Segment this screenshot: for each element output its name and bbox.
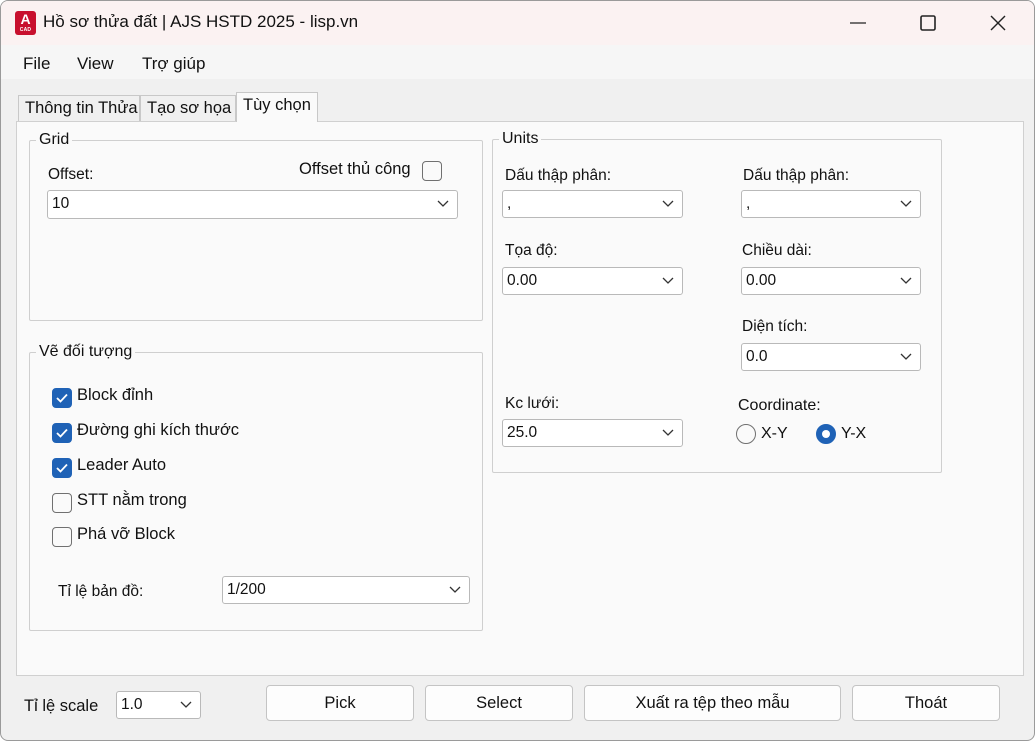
- coordinate-format-combo[interactable]: 0.00: [502, 267, 683, 295]
- coordinate-xy-label: X-Y: [761, 425, 788, 442]
- maximize-button[interactable]: [893, 1, 963, 45]
- draw-objects-group-title: Vẽ đối tượng: [36, 343, 136, 361]
- decimal-sep-left-combo[interactable]: ,: [502, 190, 683, 218]
- leader-auto-checkbox[interactable]: [52, 458, 72, 478]
- menu-view[interactable]: View: [77, 54, 114, 74]
- minimize-button[interactable]: [823, 1, 893, 45]
- chevron-down-icon: [662, 200, 674, 207]
- checkmark-icon: [56, 463, 68, 473]
- app-window: A CAD Hồ sơ thửa đất | AJS HSTD 2025 - l…: [0, 0, 1035, 741]
- menu-file[interactable]: File: [23, 54, 50, 74]
- offset-combo[interactable]: 10: [47, 190, 458, 219]
- decimal-sep-left-value: ,: [507, 195, 512, 212]
- select-button[interactable]: Select: [425, 685, 573, 721]
- menu-help[interactable]: Trợ giúp: [142, 54, 205, 74]
- tab-options[interactable]: Tùy chọn: [236, 92, 318, 122]
- explode-block-checkbox[interactable]: [52, 527, 72, 547]
- decimal-sep-right-label: Dấu thập phân:: [743, 167, 850, 184]
- tab-land-info[interactable]: Thông tin Thửa: [18, 95, 140, 121]
- dimension-line-label: Đường ghi kích thước: [77, 421, 240, 439]
- manual-offset-label: Offset thủ công: [299, 160, 411, 178]
- scale-label: Tỉ lệ scale: [24, 697, 99, 715]
- vertex-block-label: Block đỉnh: [77, 386, 154, 404]
- tab-create-sketch[interactable]: Tạo sơ họa: [140, 95, 236, 121]
- window-title: Hồ sơ thửa đất | AJS HSTD 2025 - lisp.vn: [43, 12, 359, 31]
- map-scale-value: 1/200: [227, 581, 266, 598]
- chevron-down-icon: [180, 701, 192, 708]
- chevron-down-icon: [900, 200, 912, 207]
- autocad-app-icon: A CAD: [15, 11, 36, 35]
- coordinate-label: Coordinate:: [738, 397, 821, 414]
- index-inside-label: STT nằm trong: [77, 491, 187, 509]
- area-label: Diện tích:: [742, 318, 808, 335]
- title-bar[interactable]: A CAD Hồ sơ thửa đất | AJS HSTD 2025 - l…: [1, 1, 1034, 45]
- coordinate-xy-radio[interactable]: [736, 424, 756, 444]
- explode-block-label: Phá vỡ Block: [77, 525, 175, 543]
- chevron-down-icon: [662, 429, 674, 436]
- length-value: 0.00: [746, 272, 777, 289]
- checkmark-icon: [56, 393, 68, 403]
- grid-spacing-value: 25.0: [507, 424, 538, 441]
- scale-value: 1.0: [121, 696, 143, 713]
- offset-value: 10: [52, 195, 70, 212]
- export-template-button[interactable]: Xuất ra tệp theo mẫu: [584, 685, 841, 721]
- scale-combo[interactable]: 1.0: [116, 691, 201, 719]
- coordinate-format-value: 0.00: [507, 272, 538, 289]
- decimal-sep-left-label: Dấu thập phân:: [505, 167, 612, 184]
- leader-auto-label: Leader Auto: [77, 456, 166, 474]
- close-icon: [990, 15, 1006, 31]
- decimal-sep-right-value: ,: [746, 195, 751, 212]
- manual-offset-checkbox[interactable]: [422, 161, 442, 181]
- vertex-block-checkbox[interactable]: [52, 388, 72, 408]
- chevron-down-icon: [437, 200, 449, 207]
- chevron-down-icon: [449, 586, 461, 593]
- map-scale-label: Tỉ lệ bản đồ:: [58, 583, 144, 600]
- coordinate-yx-radio[interactable]: [816, 424, 836, 444]
- chevron-down-icon: [900, 353, 912, 360]
- options-tab-panel: Grid Offset: Offset thủ công 10 Vẽ đối t…: [16, 121, 1024, 676]
- minimize-icon: [850, 22, 866, 24]
- grid-spacing-combo[interactable]: 25.0: [502, 419, 683, 447]
- grid-spacing-label: Kc lưới:: [505, 395, 560, 412]
- checkmark-icon: [56, 428, 68, 438]
- length-label: Chiều dài:: [742, 242, 812, 259]
- exit-button[interactable]: Thoát: [852, 685, 1000, 721]
- grid-group-title: Grid: [36, 131, 73, 149]
- area-value: 0.0: [746, 348, 768, 365]
- units-group: Units Dấu thập phân: , Dấu thập phân: , …: [492, 130, 942, 473]
- chevron-down-icon: [662, 277, 674, 284]
- units-group-title: Units: [499, 130, 542, 148]
- coordinate-yx-label: Y-X: [841, 425, 867, 442]
- maximize-icon: [920, 15, 936, 31]
- chevron-down-icon: [900, 277, 912, 284]
- menu-bar: File View Trợ giúp: [1, 45, 1034, 79]
- map-scale-combo[interactable]: 1/200: [222, 576, 470, 604]
- dimension-line-checkbox[interactable]: [52, 423, 72, 443]
- draw-objects-group: Vẽ đối tượng Block đỉnh Đường ghi kích t…: [29, 343, 483, 631]
- close-button[interactable]: [963, 1, 1033, 45]
- decimal-sep-right-combo[interactable]: ,: [741, 190, 921, 218]
- length-combo[interactable]: 0.00: [741, 267, 921, 295]
- index-inside-checkbox[interactable]: [52, 493, 72, 513]
- coordinate-format-label: Tọa độ:: [505, 242, 558, 259]
- grid-group: Grid Offset: Offset thủ công 10: [29, 131, 483, 321]
- offset-label: Offset:: [48, 166, 94, 183]
- area-combo[interactable]: 0.0: [741, 343, 921, 371]
- pick-button[interactable]: Pick: [266, 685, 414, 721]
